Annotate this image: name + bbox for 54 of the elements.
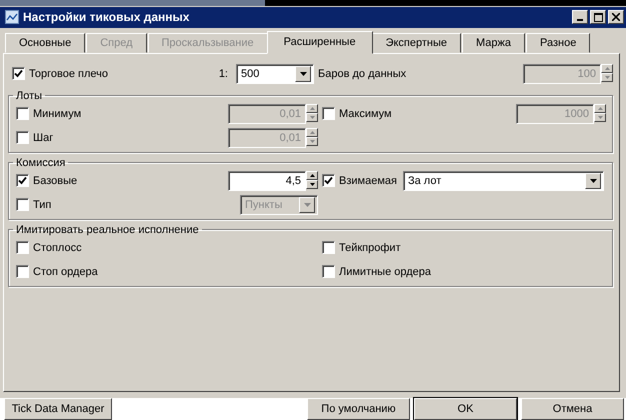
dialog-button[interactable]: Tick Data Manager xyxy=(4,398,112,420)
group-title: Имитировать реальное исполнение xyxy=(15,224,200,236)
app-icon xyxy=(5,10,19,24)
close-button[interactable] xyxy=(608,10,624,24)
dialog-button[interactable]: OK xyxy=(414,398,517,420)
checkbox[interactable] xyxy=(16,107,29,120)
checkbox-label: Шаг xyxy=(33,130,54,146)
tab[interactable]: Основные xyxy=(5,32,86,53)
maximize-button[interactable] xyxy=(590,10,606,24)
group-title: Комиссия xyxy=(15,156,66,169)
checkbox-label: Торговое плечо xyxy=(29,66,108,82)
checkbox-label: Тейкпрофит xyxy=(339,240,401,256)
checkbox[interactable] xyxy=(16,241,29,254)
tab[interactable]: Экспертные xyxy=(372,32,462,53)
tab[interactable]: Маржа xyxy=(462,32,526,53)
dropdown[interactable]: 500 xyxy=(236,64,314,84)
checkbox[interactable] xyxy=(322,107,335,120)
checkbox-label: Баров до данных xyxy=(318,66,406,82)
checkbox-label: Взимаемая xyxy=(339,174,397,189)
spin-buttons[interactable] xyxy=(306,104,318,122)
dialog-button[interactable]: Отмена xyxy=(521,398,624,420)
dialog-button[interactable]: По умолчанию xyxy=(307,398,410,420)
checkbox[interactable] xyxy=(16,265,29,278)
dropdown[interactable]: За лот xyxy=(402,170,604,191)
checkbox[interactable] xyxy=(12,67,25,80)
spin-field[interactable]: 4,5 xyxy=(228,170,306,191)
caret-icon xyxy=(300,72,306,76)
checkbox-label: Тип xyxy=(33,198,52,213)
checkbox[interactable] xyxy=(16,131,29,144)
checkbox[interactable] xyxy=(322,265,335,278)
close-icon xyxy=(612,13,620,22)
tab[interactable]: Разное xyxy=(526,32,590,53)
spin-buttons[interactable] xyxy=(594,104,606,122)
checkbox-label: Базовые xyxy=(33,174,78,189)
checkbox[interactable] xyxy=(322,174,335,188)
caret-icon xyxy=(304,202,310,207)
window-title: Настройки тиковых данных xyxy=(23,9,190,26)
minimize-button[interactable] xyxy=(572,10,588,24)
group-title: Лоты xyxy=(15,90,44,102)
checkbox-label: Лимитные ордера xyxy=(339,264,432,280)
checkbox-label: Минимум xyxy=(33,106,82,122)
spin-buttons[interactable] xyxy=(601,64,613,82)
tab[interactable]: Расширенные xyxy=(266,30,373,54)
spin-buttons[interactable] xyxy=(306,170,318,189)
spin-buttons[interactable] xyxy=(306,128,318,146)
checkbox-label: Стоплосс xyxy=(33,240,82,256)
ratio-label: 1: xyxy=(218,66,228,82)
maximize-icon xyxy=(594,12,602,22)
checkbox-label: Максимум xyxy=(339,106,392,122)
checkbox[interactable] xyxy=(16,174,29,188)
checkbox[interactable] xyxy=(322,241,335,254)
checkbox-label: Стоп ордера xyxy=(33,264,98,280)
checkbox[interactable] xyxy=(16,198,29,212)
caret-icon xyxy=(590,178,596,183)
